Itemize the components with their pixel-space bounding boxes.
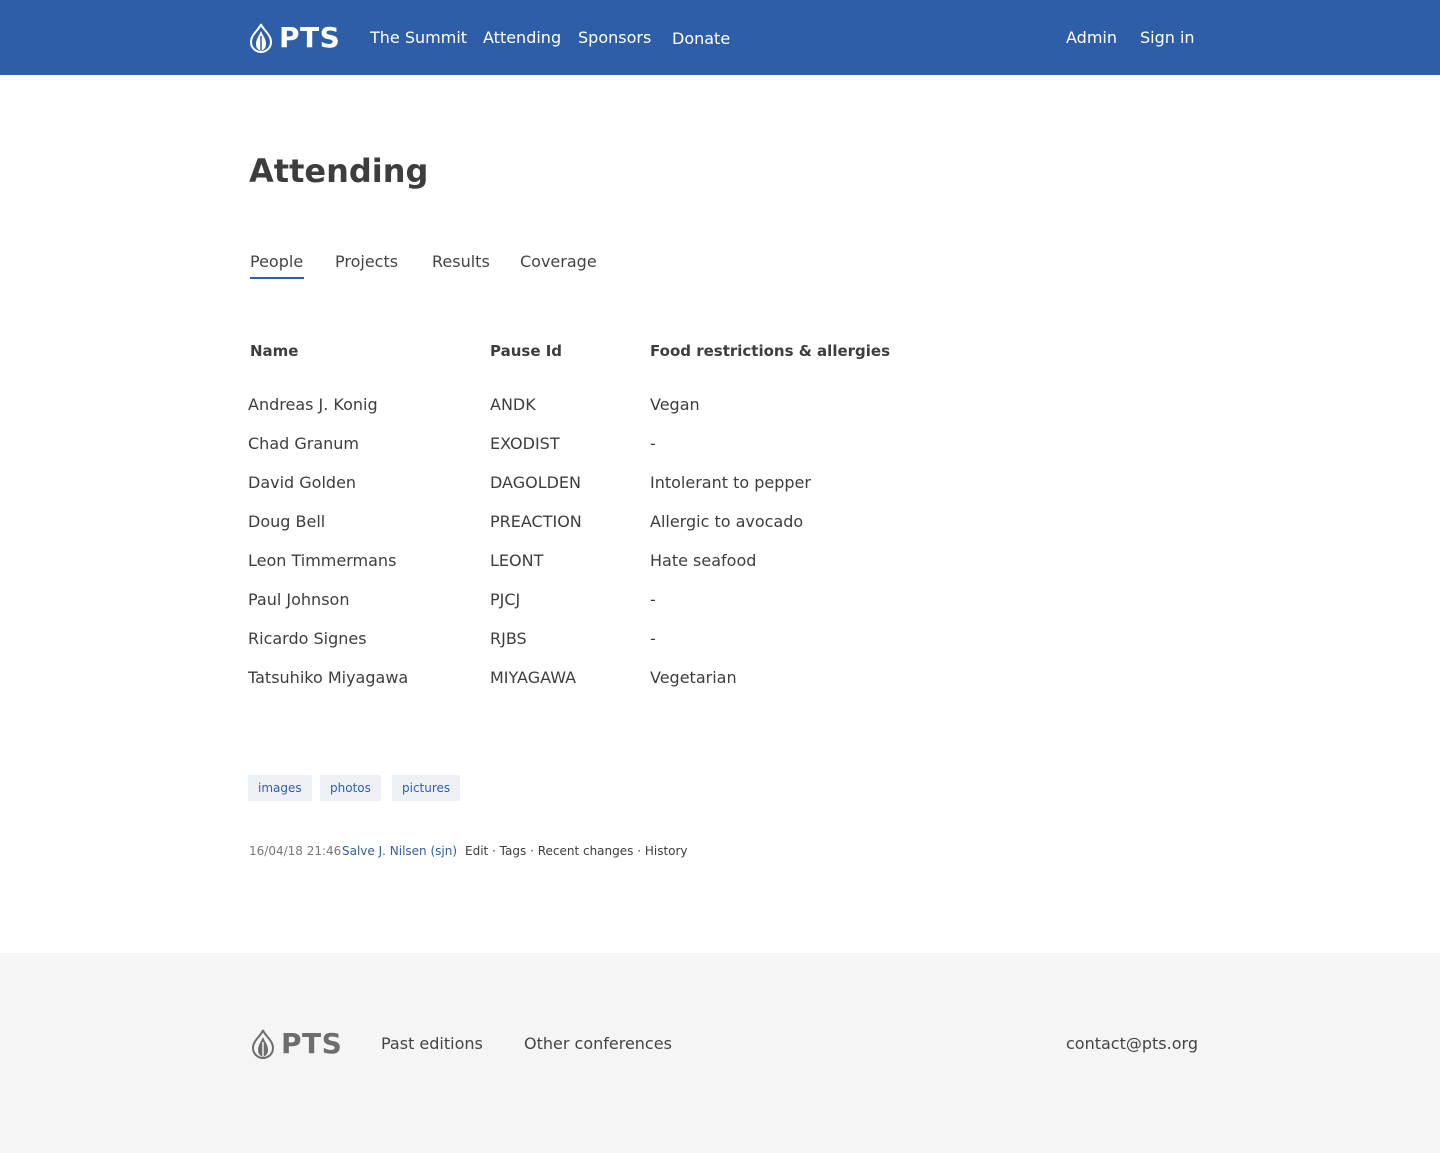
attendee-food-restrictions: Vegetarian [650,668,737,687]
page-footer: PTS Past editions Other conferences cont… [0,953,1440,1153]
table-row: Chad Granum EXODIST - [0,433,1000,472]
attendee-name: Chad Granum [248,434,360,453]
last-modified-timestamp: 16/04/18 21:46 · [249,844,349,858]
attendee-pause-id: ANDK [490,395,536,414]
attendee-food-restrictions: - [650,434,656,453]
footer-link-other-conferences[interactable]: Other conferences [524,1033,672,1055]
attendee-food-restrictions: - [650,590,656,609]
page-actions[interactable]: Edit · Tags · Recent changes · History [465,843,688,859]
tab-projects[interactable]: Projects [335,251,398,273]
attendee-food-restrictions: Allergic to avocado [650,512,804,531]
attendee-name: David Golden [248,473,357,492]
attendee-food-restrictions: Intolerant to pepper [650,473,811,492]
attendee-food-restrictions: Hate seafood [650,551,757,570]
attendee-pause-id: EXODIST [490,434,560,453]
column-header-food-restrictions: Food restrictions & allergies [650,342,891,360]
column-header-pause-id: Pause Id [490,342,563,360]
attendee-name: Ricardo Signes [248,629,367,648]
table-row: Andreas J. Konig ANDK Vegan [0,394,1000,433]
nav-admin[interactable]: Admin [1066,27,1117,49]
attendee-food-restrictions: Vegan [650,395,700,414]
tag-pictures[interactable]: pictures [392,775,461,801]
tag-images[interactable]: images [248,775,312,801]
page-title: Attending [249,152,429,190]
attendee-name: Doug Bell [248,512,326,531]
table-row: Ricardo Signes RJBS - [0,628,1000,667]
attendee-pause-id: PREACTION [490,512,582,531]
footer-contact-email[interactable]: contact@pts.org [1066,1033,1198,1055]
brand-name: PTS [279,21,341,54]
table-row: Doug Bell PREACTION Allergic to avocado [0,511,1000,550]
tab-coverage[interactable]: Coverage [520,251,597,273]
onion-logo-icon [251,1029,275,1059]
column-header-name: Name [250,342,299,360]
attendee-food-restrictions: - [650,629,656,648]
table-row: Tatsuhiko Miyagawa MIYAGAWA Vegetarian [0,667,1000,706]
tag-photos[interactable]: photos [320,775,381,801]
attendee-pause-id: PJCJ [490,590,521,609]
active-tab-indicator [250,277,304,279]
tab-people[interactable]: People [250,251,303,273]
nav-the-summit[interactable]: The Summit [370,27,467,49]
tab-results[interactable]: Results [432,251,490,273]
table-row: Leon Timmermans LEONT Hate seafood [0,550,1000,589]
attendee-pause-id: RJBS [490,629,527,648]
attendee-pause-id: LEONT [490,551,544,570]
footer-link-past-editions[interactable]: Past editions [381,1033,483,1055]
attendee-name: Paul Johnson [248,590,350,609]
top-navigation-bar: PTS The Summit Attending Sponsors Donate… [0,0,1440,75]
author-link[interactable]: Salve J. Nilsen (sjn) [342,843,457,859]
attendee-name: Andreas J. Konig [248,395,378,414]
nav-sponsors[interactable]: Sponsors [578,27,651,49]
nav-attending[interactable]: Attending [483,27,561,49]
table-row: Paul Johnson PJCJ - [0,589,1000,628]
attendee-name: Tatsuhiko Miyagawa [248,668,409,687]
footer-brand-name: PTS [281,1027,343,1060]
attendee-pause-id: MIYAGAWA [490,668,577,687]
nav-donate[interactable]: Donate [672,28,730,50]
footer-brand-logo[interactable]: PTS [251,1028,342,1060]
attendee-pause-id: DAGOLDEN [490,473,582,492]
attendee-name: Leon Timmermans [248,551,397,570]
table-row: David Golden DAGOLDEN Intolerant to pepp… [0,472,1000,511]
nav-sign-in[interactable]: Sign in [1140,27,1195,49]
brand-logo[interactable]: PTS [249,22,340,54]
onion-logo-icon [249,23,273,53]
